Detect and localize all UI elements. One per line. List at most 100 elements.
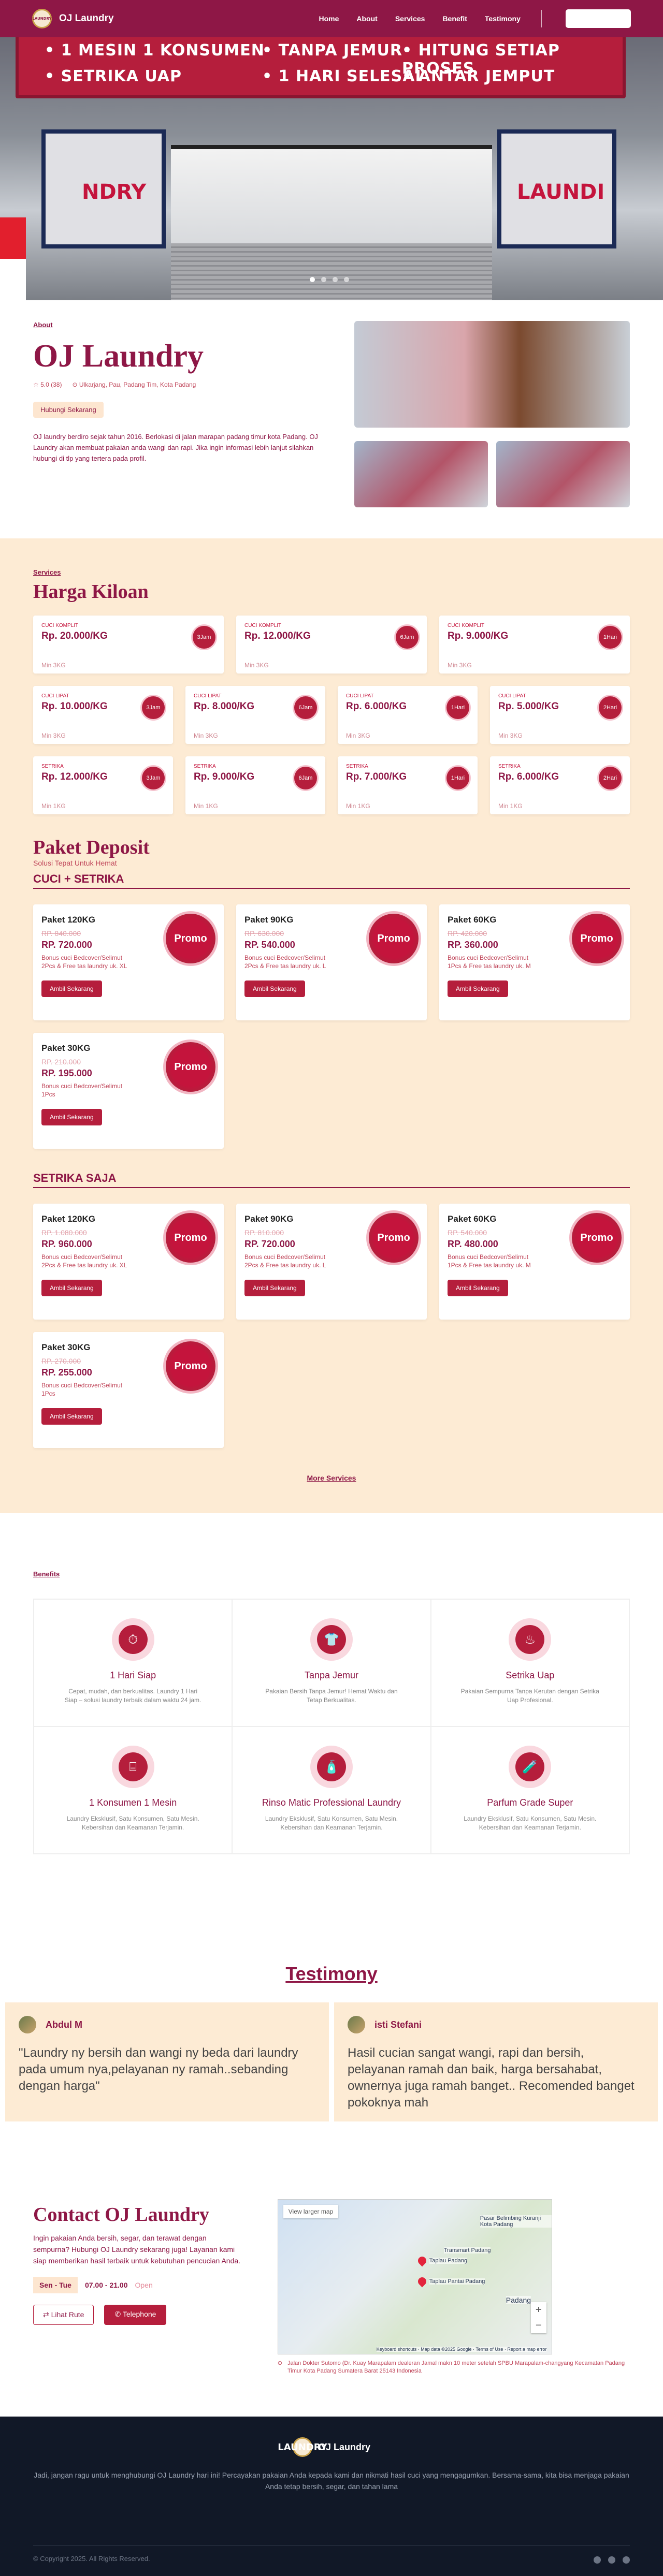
view-larger-map-button[interactable]: View larger map — [283, 2205, 339, 2218]
promo-badge: Promo — [166, 914, 215, 963]
benefit-card: 👕 Tanpa Jemur Pakaian Bersih Tanpa Jemur! … — [232, 1599, 431, 1726]
price-min: Min 1KG — [498, 802, 523, 810]
gallery-photo[interactable] — [496, 441, 630, 507]
gallery-main-photo[interactable] — [354, 321, 630, 428]
store-sign-right: LAUNDI — [497, 129, 616, 248]
map-label: Transmart Padang — [443, 2247, 491, 2253]
logo-text: LAUNDRY — [32, 17, 52, 21]
route-icon: ⇄ — [43, 2310, 49, 2319]
map-pin-icon[interactable] — [416, 2275, 428, 2288]
benefit-title: Tanpa Jemur — [304, 1670, 359, 1680]
about-title: OJ Laundry — [33, 339, 204, 374]
washing-machine-icon: ⌸ — [111, 1746, 154, 1788]
duration-badge: 3Jam — [142, 696, 165, 719]
deposit-card: Paket 90KG RP. 810.000 RP. 720.000 Bonus cu… — [236, 1204, 427, 1320]
about-gallery — [354, 321, 630, 507]
social-links — [594, 2556, 630, 2564]
price-card: CUCI LIPAT Rp. 6.000/KG Min 3KG 1Hari — [338, 686, 478, 744]
order-now-button[interactable]: Ambil Sekarang — [41, 980, 102, 997]
telephone-button[interactable]: ✆ Telephone — [104, 2305, 167, 2325]
order-now-button[interactable]: Ambil Sekarang — [41, 1280, 102, 1296]
hero-carousel[interactable]: • 1 MESIN 1 KONSUMEN • TANPA JEMUR • HIT… — [0, 0, 663, 300]
contact-now-button[interactable]: Hubungi Sekarang — [33, 402, 104, 418]
map-zoom-control[interactable]: + − — [530, 2302, 546, 2333]
deposit-subtitle: Solusi Tepat Untuk Hemat — [33, 859, 117, 867]
carousel-dot[interactable] — [321, 277, 326, 282]
banner-line: • 1 MESIN 1 KONSUMEN — [45, 41, 265, 60]
location: ⊙ Ulkarjang, Pau, Padang Tim, Kota Padan… — [72, 381, 196, 388]
store-sign-left: NDRY — [41, 129, 166, 248]
package-bonus: Bonus cuci Bedcover/Selimut 1Pcs — [41, 1382, 123, 1397]
category-heading: SETRIKA SAJA — [33, 1172, 630, 1188]
carousel-dot[interactable] — [333, 277, 338, 282]
carousel-dots — [310, 277, 349, 282]
price-card: CUCI LIPAT Rp. 5.000/KG Min 3KG 2Hari — [490, 686, 630, 744]
order-now-button[interactable]: Ambil Sekarang — [41, 1408, 102, 1425]
address-text: Jalan Dokter Sutomo (Dr. Kuay Marapalam … — [287, 2360, 625, 2374]
duration-badge: 2Hari — [599, 767, 622, 789]
google-map[interactable]: View larger map Pasar Belimbing Kuranji … — [277, 2199, 552, 2354]
benefit-desc: Cepat, mudah, dan berkualitas. Laundry 1… — [64, 1688, 201, 1704]
order-now-button[interactable]: Ambil Sekarang — [448, 1280, 508, 1296]
star-icon: ☆ — [33, 381, 39, 388]
footer-description: Jadi, jangan ragu untuk menghubungi OJ L… — [34, 2471, 629, 2491]
nav-link-services[interactable]: Services — [395, 14, 425, 23]
navbar: LAUNDRY OJ Laundry Home About Services B… — [0, 0, 663, 37]
banner-line: • 1 HARI SELESAI — [262, 67, 422, 85]
facebook-icon[interactable] — [594, 2556, 601, 2564]
benefits-section: Benefits ⏱ 1 Hari Siap Cepat, mudah, dan b… — [0, 1513, 663, 1911]
price-value: Rp. 20.000/KG — [41, 631, 108, 641]
gallery-photo[interactable] — [354, 441, 488, 507]
opening-hours: Sen - Tue 07.00 - 21.00 Open — [33, 2277, 243, 2293]
price-min: Min 3KG — [498, 732, 523, 739]
nav-link-testimony[interactable]: Testimony — [485, 14, 521, 23]
brand-name[interactable]: OJ Laundry — [59, 13, 114, 24]
deposit-card: Paket 30KG RP. 210.000 RP. 195.000 Bonus cu… — [33, 1033, 224, 1149]
footer-logo: LAUNDRY — [278, 2437, 327, 2457]
order-now-button[interactable]: Ambil Sekarang — [41, 1109, 102, 1125]
phone-icon: ✆ — [114, 2310, 121, 2318]
testimony-title: Testimony — [285, 1963, 378, 1984]
detail-contact-button[interactable]: Detail Contact — [565, 9, 631, 28]
view-route-button[interactable]: ⇄ Lihat Rute — [33, 2305, 94, 2325]
carousel-dot[interactable] — [344, 277, 349, 282]
order-now-button[interactable]: Ambil Sekarang — [244, 1280, 305, 1296]
benefit-card: ⌸ 1 Konsumen 1 Mesin Laundry Eksklusif, Sa… — [34, 1726, 233, 1854]
price-min: Min 3KG — [41, 662, 66, 669]
banner-line: • TANPA JEMUR — [262, 41, 402, 60]
promo-badge: Promo — [166, 1213, 215, 1263]
instagram-icon[interactable] — [608, 2556, 615, 2564]
price-card: CUCI KOMPLIT Rp. 12.000/KG Min 3KG 6Jam — [236, 616, 427, 674]
deposit-card: Paket 90KG RP. 630.000 RP. 540.000 Bonus cu… — [236, 904, 427, 1020]
nav-link-about[interactable]: About — [356, 14, 377, 23]
order-now-button[interactable]: Ambil Sekarang — [244, 980, 305, 997]
deposit-card: Paket 30KG RP. 270.000 RP. 255.000 Bonus cu… — [33, 1332, 224, 1448]
zoom-in-icon[interactable]: + — [536, 2304, 542, 2316]
carousel-dot[interactable] — [310, 277, 315, 282]
price-min: Min 3KG — [448, 662, 472, 669]
brand-logo[interactable]: LAUNDRY — [32, 9, 52, 28]
price-min: Min 3KG — [244, 662, 269, 669]
banner-line: • SETRIKA UAP — [45, 67, 182, 85]
package-bonus: Bonus cuci Bedcover/Selimut 2Pcs & Free … — [244, 1253, 326, 1269]
duration-badge: 6Jam — [396, 626, 419, 649]
benefit-title: Rinso Matic Professional Laundry — [262, 1797, 401, 1808]
price-category: CUCI KOMPLIT — [244, 623, 282, 628]
promo-badge: Promo — [166, 1042, 215, 1092]
map-pin-icon[interactable] — [416, 2255, 428, 2267]
detergent-icon: 🧴 — [310, 1746, 353, 1788]
order-now-button[interactable]: Ambil Sekarang — [448, 980, 508, 997]
price-min: Min 3KG — [346, 732, 370, 739]
whatsapp-icon[interactable] — [623, 2556, 630, 2564]
nav-link-home[interactable]: Home — [319, 14, 339, 23]
more-services-link[interactable]: More Services — [307, 1474, 356, 1482]
zoom-out-icon[interactable]: − — [536, 2320, 542, 2332]
price-min: Min 3KG — [194, 732, 218, 739]
location-pin-icon: ⊙ — [72, 381, 78, 388]
location-text: Ulkarjang, Pau, Padang Tim, Kota Padang — [79, 381, 196, 388]
store-sign-text: NDRY — [82, 180, 147, 204]
promo-badge: Promo — [369, 1213, 419, 1263]
nav-link-benefit[interactable]: Benefit — [442, 14, 467, 23]
opening-days: Sen - Tue — [33, 2277, 78, 2293]
steam-iron-icon: ♨ — [509, 1618, 552, 1661]
